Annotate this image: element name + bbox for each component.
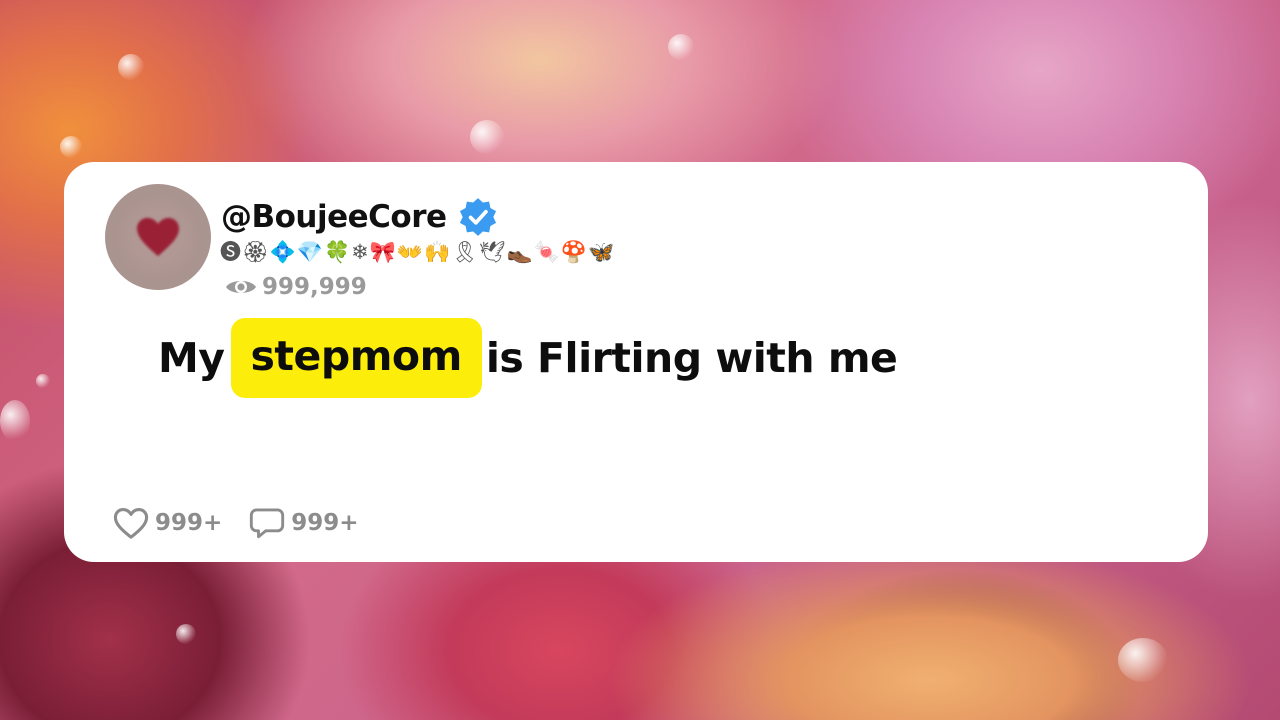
heart-icon xyxy=(137,217,179,257)
badge-icon: 💎 xyxy=(296,240,323,264)
like-count: 999+ xyxy=(155,510,223,536)
post-card: @BoujeeCore 🅢 🏵 💠 💎 🍀 ❄ 🎀 👐 🙌 🎗 🕊 👞 🍬 🍄 … xyxy=(64,162,1208,562)
badge-icon: 🕊 xyxy=(478,240,506,264)
like-button[interactable]: 999+ xyxy=(112,506,222,540)
avatar[interactable] xyxy=(105,184,211,290)
badge-icon: ❄ xyxy=(351,240,369,264)
background-bokeh xyxy=(470,120,504,154)
background-bokeh xyxy=(118,54,144,80)
comment-count: 999+ xyxy=(291,510,359,536)
comment-button[interactable]: 999+ xyxy=(248,506,359,540)
verified-badge-icon xyxy=(457,196,499,238)
badge-icon: 🦋 xyxy=(588,240,615,264)
background-bokeh xyxy=(668,34,694,60)
background-bokeh xyxy=(1118,638,1168,682)
view-count: 999,999 xyxy=(224,274,367,300)
heart-icon xyxy=(113,507,149,539)
background-bokeh xyxy=(0,400,30,442)
badge-icon: 👐 xyxy=(396,240,424,264)
badge-icon: 🎗 xyxy=(451,240,478,264)
badge-icon: 👞 xyxy=(506,240,533,264)
message-highlight: stepmom xyxy=(230,318,482,398)
badge-icon: 🍄 xyxy=(560,240,588,264)
badge-icon: 🅢 xyxy=(220,240,241,264)
badge-icon: 🙌 xyxy=(424,240,451,264)
author-row: @BoujeeCore xyxy=(221,196,499,238)
comment-icon xyxy=(250,508,285,539)
background-bokeh xyxy=(176,624,196,644)
message-text-before: My xyxy=(158,334,225,382)
background-bokeh xyxy=(36,374,50,388)
badge-row: 🅢 🏵 💠 💎 🍀 ❄ 🎀 👐 🙌 🎗 🕊 👞 🍬 🍄 🦋 xyxy=(220,238,614,266)
badge-icon: 💠 xyxy=(269,240,296,264)
view-count-value: 999,999 xyxy=(262,274,367,300)
badge-icon: 🍀 xyxy=(323,240,351,264)
author-handle[interactable]: @BoujeeCore xyxy=(221,199,447,235)
background-bokeh xyxy=(60,136,82,158)
eye-icon xyxy=(226,281,256,293)
badge-icon: 🏵 xyxy=(242,240,269,264)
badge-icon: 🎀 xyxy=(369,240,396,264)
post-actions: 999+ 999+ xyxy=(112,506,385,540)
badge-icon: 🍬 xyxy=(533,240,560,264)
post-message: My stepmom is Flirting with me xyxy=(158,318,898,398)
message-text-after: is Flirting with me xyxy=(485,334,898,382)
